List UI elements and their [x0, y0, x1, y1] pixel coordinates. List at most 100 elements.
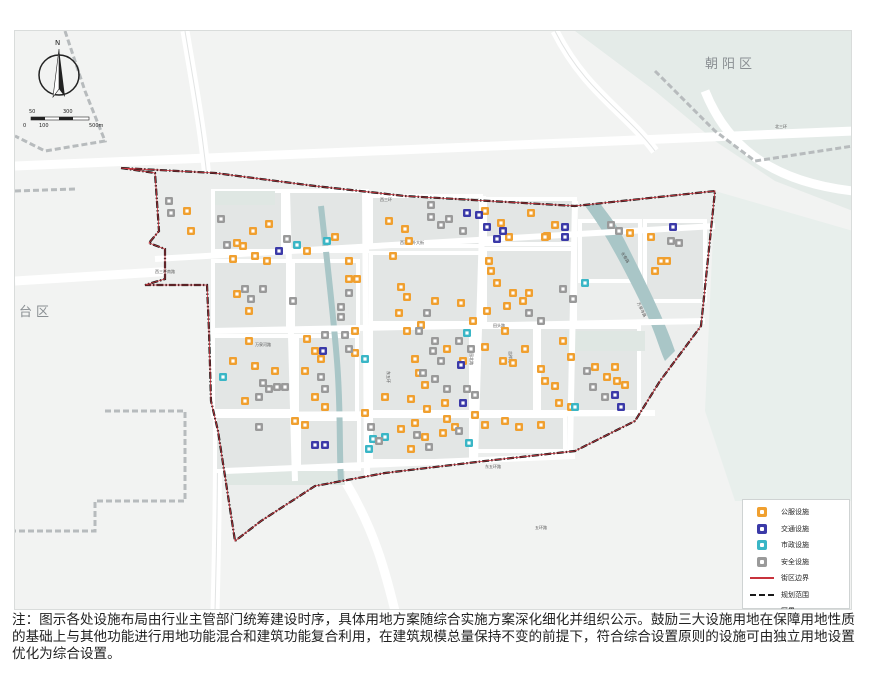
legend-item-traffic: 交通设施 [749, 521, 843, 538]
public-facility-marker [241, 397, 249, 405]
public-facility-marker [405, 237, 413, 245]
public-facility-marker [421, 381, 429, 389]
public-facility-marker [263, 257, 271, 265]
public-facility-marker [559, 337, 567, 345]
public-facility-marker [389, 252, 397, 260]
legend-item-plan: 规划范围 [749, 587, 843, 604]
safety-facility-marker [467, 345, 475, 353]
public-facility-marker [525, 289, 533, 297]
safety-facility-marker [341, 331, 349, 339]
public-facility-marker [229, 357, 237, 365]
safety-facility-marker [437, 357, 445, 365]
safety-facility-marker [255, 393, 263, 401]
public-facility-marker [471, 411, 479, 419]
public-facility-marker [271, 367, 279, 375]
public-facility-marker [537, 365, 545, 373]
safety-facility-marker [241, 285, 249, 293]
public-facility-marker [421, 433, 429, 441]
safety-facility-marker [437, 221, 445, 229]
public-facility-marker [497, 219, 505, 227]
public-facility-marker [519, 297, 527, 305]
safety-facility-marker [289, 297, 297, 305]
safety-facility-marker [463, 385, 471, 393]
legend: 公服设施 交通设施 市政设施 安全设施 街区边界 规划范围 区界 [742, 499, 850, 609]
municipal-facility-marker [463, 329, 471, 337]
safety-facility-marker [667, 237, 675, 245]
public-facility-marker [245, 337, 253, 345]
public-facility-marker [407, 395, 415, 403]
safety-facility-marker [259, 285, 267, 293]
public-facility-marker [481, 421, 489, 429]
public-facility-marker [521, 345, 529, 353]
municipal-facility-marker [581, 279, 589, 287]
traffic-facility-marker [617, 403, 625, 411]
safety-facility-marker [559, 285, 567, 293]
public-facility-marker [603, 373, 611, 381]
public-facility-marker [361, 409, 369, 417]
safety-facility-marker [273, 383, 281, 391]
svg-text:100: 100 [39, 123, 49, 129]
map-canvas: 西三环 西直门外大街 西三环南路 万泉河路 田头路 花园北路 吉祥路 东五环路 … [15, 31, 851, 609]
legend-item-district: 区界 [749, 603, 843, 609]
svg-text:300: 300 [63, 109, 73, 115]
public-facility-marker [481, 343, 489, 351]
traffic-facility-marker [321, 441, 329, 449]
svg-text:0: 0 [23, 123, 26, 129]
traffic-facility-marker [483, 223, 491, 231]
public-facility-marker [321, 403, 329, 411]
safety-facility-marker [589, 383, 597, 391]
safety-facility-marker [615, 227, 623, 235]
safety-facility-marker [345, 345, 353, 353]
safety-facility-marker [321, 385, 329, 393]
road-label: 北三环 [775, 123, 787, 129]
safety-facility-marker [427, 201, 435, 209]
public-facility-marker [499, 357, 507, 365]
public-facility-marker [251, 362, 259, 370]
safety-facility-marker [583, 367, 591, 375]
public-facility-marker [301, 367, 309, 375]
public-facility-marker [411, 355, 419, 363]
public-facility-marker [551, 221, 559, 229]
traffic-facility-marker [463, 209, 471, 217]
traffic-facility-marker [311, 441, 319, 449]
public-facility-marker [527, 209, 535, 217]
public-facility-marker [351, 327, 359, 335]
public-facility-marker [493, 279, 501, 287]
safety-facility-marker [427, 213, 435, 221]
public-facility-marker [311, 347, 319, 355]
municipal-facility-marker [219, 373, 227, 381]
public-facility-marker [311, 393, 319, 401]
public-facility-marker [345, 257, 353, 265]
safety-facility-marker [337, 313, 345, 321]
public-facility-marker [403, 327, 411, 335]
traffic-facility-marker [319, 347, 327, 355]
safety-facility-marker [281, 383, 289, 391]
public-facility-marker [441, 399, 449, 407]
public-facility-marker [353, 275, 361, 283]
safety-facility-marker [455, 337, 463, 345]
legend-item-public: 公服设施 [749, 504, 843, 521]
public-facility-marker [515, 423, 523, 431]
safety-facility-marker [675, 239, 683, 247]
traffic-facility-marker [499, 227, 507, 235]
public-facility-marker [407, 445, 415, 453]
public-facility-marker [663, 257, 671, 265]
safety-facility-marker [537, 317, 545, 325]
public-facility-marker [555, 399, 563, 407]
safety-facility-marker [415, 327, 423, 335]
safety-facility-icon [757, 556, 767, 567]
public-facility-marker [431, 297, 439, 305]
safety-facility-marker [321, 331, 329, 339]
public-facility-marker [503, 302, 511, 310]
public-facility-marker [245, 307, 253, 315]
public-facility-marker [567, 353, 575, 361]
public-facility-marker [591, 363, 599, 371]
public-facility-marker [239, 242, 247, 250]
safety-facility-marker [337, 303, 345, 311]
road-label: 西三环南路 [155, 268, 175, 274]
public-facility-marker [249, 227, 257, 235]
safety-facility-marker [431, 375, 439, 383]
public-facility-marker [485, 257, 493, 265]
traffic-facility-marker [475, 211, 483, 219]
road-label: 东五环 [386, 371, 392, 383]
